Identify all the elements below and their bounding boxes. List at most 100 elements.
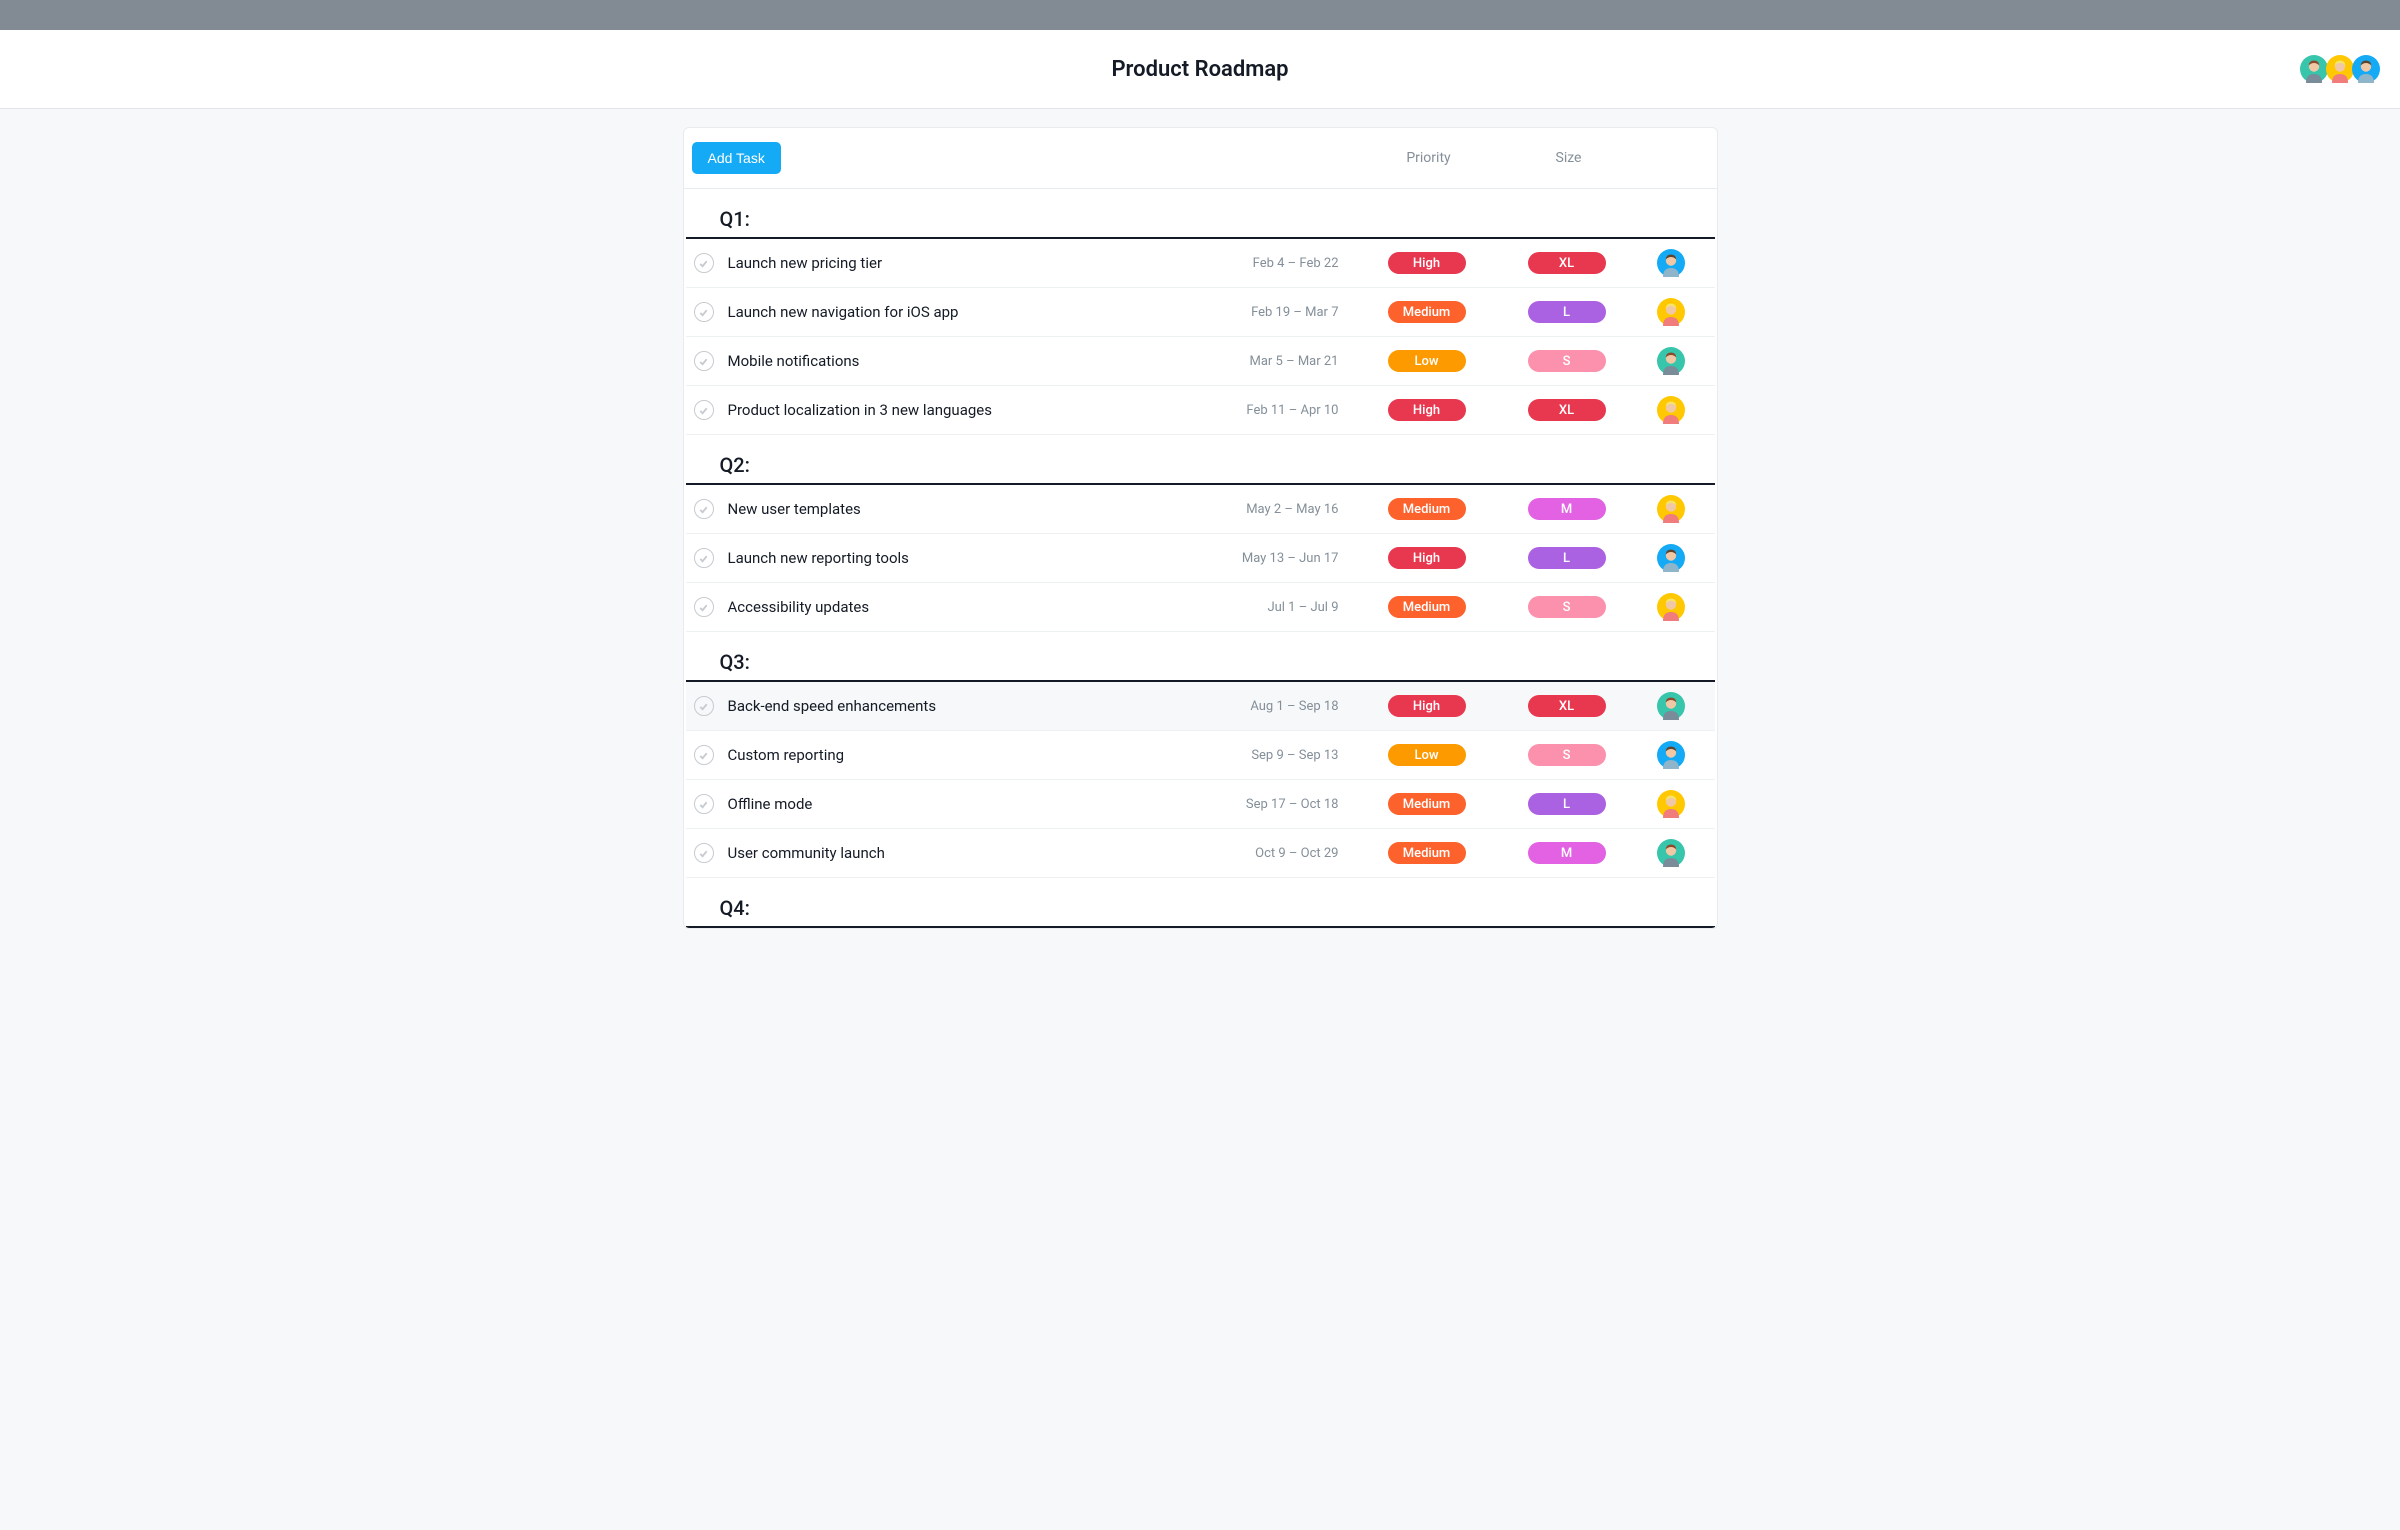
priority-cell[interactable]: Medium	[1357, 301, 1497, 323]
task-row[interactable]: Offline modeSep 17 – Oct 18 MediumL	[686, 780, 1715, 829]
assignee-avatar[interactable]	[1657, 298, 1685, 326]
assignee-cell[interactable]	[1637, 593, 1685, 621]
complete-task-checkbox[interactable]	[694, 696, 714, 716]
task-row[interactable]: Accessibility updatesJul 1 – Jul 9 Medium…	[686, 583, 1715, 632]
task-date[interactable]: Feb 19 – Mar 7	[1209, 305, 1339, 320]
size-cell[interactable]: L	[1497, 301, 1637, 323]
task-date[interactable]: Sep 9 – Sep 13	[1209, 748, 1339, 763]
header-avatars	[2302, 55, 2380, 83]
assignee-avatar[interactable]	[1657, 741, 1685, 769]
task-name[interactable]: Back-end speed enhancements	[728, 697, 1209, 715]
section-header[interactable]: Q2:	[686, 435, 1715, 485]
assignee-cell[interactable]	[1637, 495, 1685, 523]
priority-cell[interactable]: High	[1357, 252, 1497, 274]
size-cell[interactable]: S	[1497, 596, 1637, 618]
assignee-cell[interactable]	[1637, 839, 1685, 867]
task-name[interactable]: Launch new reporting tools	[728, 549, 1209, 567]
assignee-cell[interactable]	[1637, 544, 1685, 572]
size-cell[interactable]: XL	[1497, 252, 1637, 274]
task-date[interactable]: Jul 1 – Jul 9	[1209, 600, 1339, 615]
priority-cell[interactable]: High	[1357, 399, 1497, 421]
header-avatar[interactable]	[2352, 55, 2380, 83]
size-cell[interactable]: XL	[1497, 399, 1637, 421]
task-name[interactable]: Offline mode	[728, 795, 1209, 813]
task-name[interactable]: Product localization in 3 new languages	[728, 401, 1209, 419]
section-header[interactable]: Q4:	[686, 878, 1715, 928]
assignee-cell[interactable]	[1637, 692, 1685, 720]
assignee-avatar[interactable]	[1657, 544, 1685, 572]
assignee-cell[interactable]	[1637, 347, 1685, 375]
task-row[interactable]: Launch new navigation for iOS appFeb 19 …	[686, 288, 1715, 337]
complete-task-checkbox[interactable]	[694, 794, 714, 814]
priority-cell[interactable]: Low	[1357, 350, 1497, 372]
size-cell[interactable]: M	[1497, 842, 1637, 864]
section-header[interactable]: Q3:	[686, 632, 1715, 682]
task-date[interactable]: Sep 17 – Oct 18	[1209, 797, 1339, 812]
complete-task-checkbox[interactable]	[694, 499, 714, 519]
assignee-avatar[interactable]	[1657, 692, 1685, 720]
task-row[interactable]: User community launchOct 9 – Oct 29 Mediu…	[686, 829, 1715, 878]
complete-task-checkbox[interactable]	[694, 745, 714, 765]
complete-task-checkbox[interactable]	[694, 843, 714, 863]
assignee-cell[interactable]	[1637, 249, 1685, 277]
assignee-avatar[interactable]	[1657, 347, 1685, 375]
size-cell[interactable]: L	[1497, 547, 1637, 569]
assignee-avatar[interactable]	[1657, 839, 1685, 867]
task-date[interactable]: May 2 – May 16	[1209, 502, 1339, 517]
task-row[interactable]: Mobile notificationsMar 5 – Mar 21 LowS	[686, 337, 1715, 386]
task-name[interactable]: Custom reporting	[728, 746, 1209, 764]
section-header[interactable]: Q1:	[686, 189, 1715, 239]
assignee-avatar[interactable]	[1657, 249, 1685, 277]
task-name[interactable]: Launch new pricing tier	[728, 254, 1209, 272]
task-name[interactable]: Accessibility updates	[728, 598, 1209, 616]
column-header-size: Size	[1499, 150, 1639, 166]
task-row[interactable]: New user templatesMay 2 – May 16 MediumM	[686, 485, 1715, 534]
size-cell[interactable]: S	[1497, 744, 1637, 766]
task-name[interactable]: User community launch	[728, 844, 1209, 862]
task-row[interactable]: Custom reportingSep 9 – Sep 13 LowS	[686, 731, 1715, 780]
task-row[interactable]: Back-end speed enhancementsAug 1 – Sep 1…	[686, 682, 1715, 731]
priority-cell[interactable]: Medium	[1357, 793, 1497, 815]
task-date[interactable]: Mar 5 – Mar 21	[1209, 354, 1339, 369]
assignee-avatar[interactable]	[1657, 396, 1685, 424]
complete-task-checkbox[interactable]	[694, 400, 714, 420]
priority-cell[interactable]: Medium	[1357, 842, 1497, 864]
size-cell[interactable]: S	[1497, 350, 1637, 372]
size-cell[interactable]: M	[1497, 498, 1637, 520]
assignee-cell[interactable]	[1637, 298, 1685, 326]
size-cell[interactable]: L	[1497, 793, 1637, 815]
task-date[interactable]: Oct 9 – Oct 29	[1209, 846, 1339, 861]
priority-cell[interactable]: High	[1357, 695, 1497, 717]
complete-task-checkbox[interactable]	[694, 302, 714, 322]
header-avatar[interactable]	[2300, 55, 2328, 83]
assignee-avatar[interactable]	[1657, 790, 1685, 818]
task-date[interactable]: Feb 11 – Apr 10	[1209, 403, 1339, 418]
complete-task-checkbox[interactable]	[694, 597, 714, 617]
task-name[interactable]: New user templates	[728, 500, 1209, 518]
priority-cell[interactable]: High	[1357, 547, 1497, 569]
size-cell[interactable]: XL	[1497, 695, 1637, 717]
assignee-avatar[interactable]	[1657, 495, 1685, 523]
assignee-avatar[interactable]	[1657, 593, 1685, 621]
task-name[interactable]: Mobile notifications	[728, 352, 1209, 370]
priority-cell[interactable]: Medium	[1357, 596, 1497, 618]
assignee-cell[interactable]	[1637, 790, 1685, 818]
task-date[interactable]: Feb 4 – Feb 22	[1209, 256, 1339, 271]
task-row[interactable]: Product localization in 3 new languagesF…	[686, 386, 1715, 435]
task-date[interactable]: Aug 1 – Sep 18	[1209, 699, 1339, 714]
size-pill: XL	[1528, 695, 1606, 717]
complete-task-checkbox[interactable]	[694, 253, 714, 273]
section: Q1:Launch new pricing tierFeb 4 – Feb 22…	[684, 189, 1717, 435]
complete-task-checkbox[interactable]	[694, 548, 714, 568]
task-row[interactable]: Launch new reporting toolsMay 13 – Jun 1…	[686, 534, 1715, 583]
complete-task-checkbox[interactable]	[694, 351, 714, 371]
priority-cell[interactable]: Medium	[1357, 498, 1497, 520]
header-avatar[interactable]	[2326, 55, 2354, 83]
priority-cell[interactable]: Low	[1357, 744, 1497, 766]
assignee-cell[interactable]	[1637, 741, 1685, 769]
task-name[interactable]: Launch new navigation for iOS app	[728, 303, 1209, 321]
task-row[interactable]: Launch new pricing tierFeb 4 – Feb 22 Hig…	[686, 239, 1715, 288]
task-date[interactable]: May 13 – Jun 17	[1209, 551, 1339, 566]
assignee-cell[interactable]	[1637, 396, 1685, 424]
add-task-button[interactable]: Add Task	[692, 142, 781, 174]
